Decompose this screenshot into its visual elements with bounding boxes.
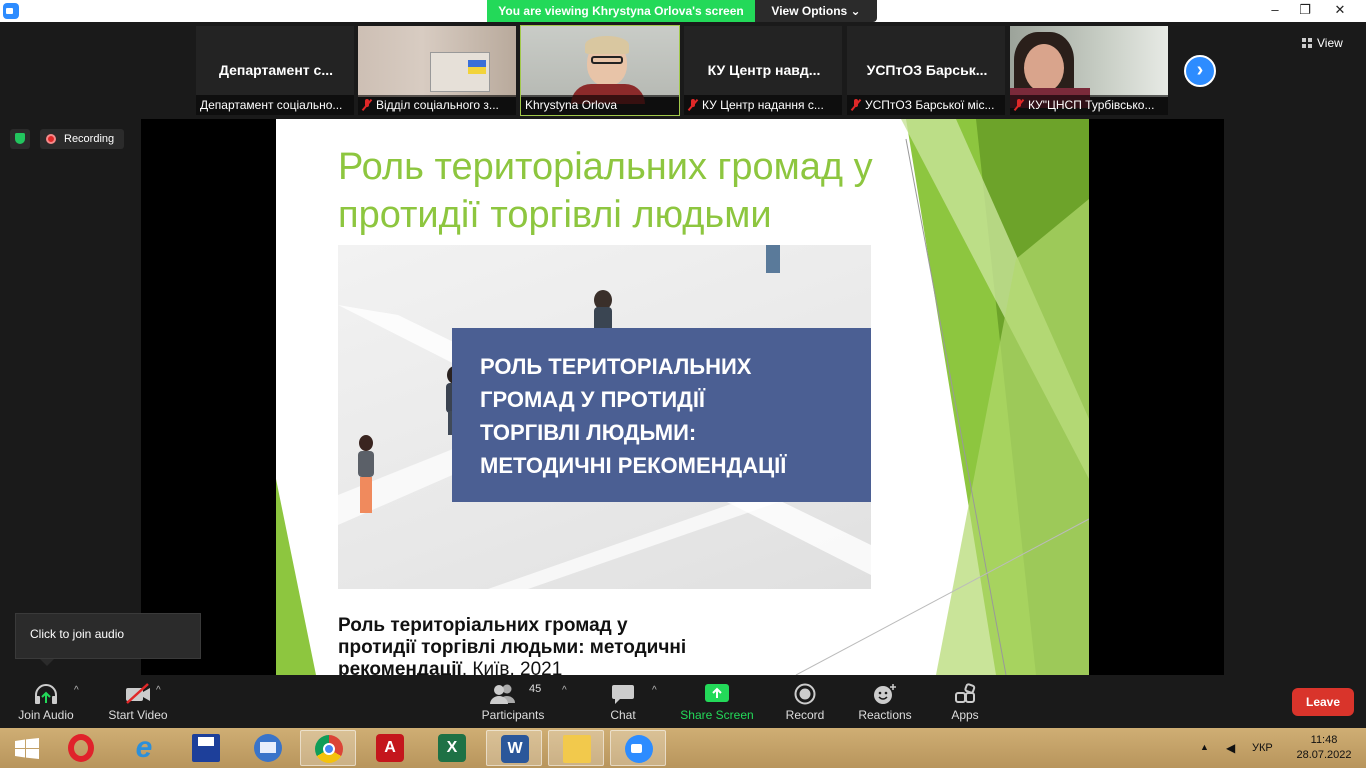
shield-icon[interactable] bbox=[10, 129, 30, 149]
taskbar-internet-explorer[interactable]: e bbox=[116, 730, 172, 766]
participant-tile-title: КУ Центр навд... bbox=[707, 62, 821, 78]
chrome-icon bbox=[315, 735, 343, 763]
excel-icon: X bbox=[438, 734, 466, 762]
chat-button[interactable]: Chat bbox=[594, 675, 652, 728]
video-options-caret[interactable]: ^ bbox=[156, 685, 161, 696]
mic-muted-icon bbox=[688, 99, 698, 111]
taskbar-opera[interactable] bbox=[54, 730, 110, 766]
viewing-screen-banner: You are viewing Khrystyna Orlova's scree… bbox=[487, 0, 755, 22]
reactions-button[interactable]: Reactions bbox=[852, 675, 918, 728]
record-dot-icon bbox=[46, 134, 56, 144]
slide-title: Роль територіальних громад у протидії то… bbox=[338, 146, 873, 236]
participant-name: Khrystyna Orlova bbox=[521, 95, 679, 115]
participant-tile[interactable]: Департамент с... Департамент соціально..… bbox=[195, 25, 355, 116]
taskbar-save-disk[interactable] bbox=[178, 730, 234, 766]
minimize-button[interactable]: – bbox=[1260, 0, 1290, 22]
participants-count: 45 bbox=[529, 683, 542, 695]
zoom-window: You are viewing Khrystyna Orlova's scree… bbox=[0, 0, 1366, 768]
share-screen-button[interactable]: Share Screen bbox=[678, 675, 756, 728]
join-audio-button[interactable]: Join Audio bbox=[10, 675, 82, 728]
view-button[interactable]: View bbox=[1302, 33, 1358, 53]
taskbar-word[interactable]: W bbox=[486, 730, 542, 766]
participant-tile[interactable]: УСПтОЗ Барськ... УСПтОЗ Барської міс... bbox=[846, 25, 1006, 116]
participant-tile-title: Департамент с... bbox=[219, 62, 333, 78]
reactions-smiley-icon bbox=[874, 684, 896, 704]
participant-tile-active-speaker[interactable]: Khrystyna Orlova bbox=[520, 25, 680, 116]
slide-cover-photo: РОЛЬ ТЕРИТОРІАЛЬНИХ ГРОМАД У ПРОТИДІЇ ТО… bbox=[338, 245, 871, 589]
video-off-icon bbox=[126, 683, 150, 704]
presentation-slide: Роль територіальних громад у протидії то… bbox=[276, 119, 1089, 675]
chat-options-caret[interactable]: ^ bbox=[652, 685, 657, 696]
view-options-button[interactable]: View Options ⌄ bbox=[755, 0, 877, 22]
tray-show-hidden-icon[interactable]: ▲ bbox=[1200, 742, 1209, 752]
start-video-button[interactable]: Start Video bbox=[102, 675, 174, 728]
apps-icon bbox=[955, 683, 976, 703]
recording-indicator[interactable]: Recording bbox=[40, 129, 124, 149]
participant-name: УСПтОЗ Барської міс... bbox=[847, 95, 1005, 115]
chat-icon bbox=[612, 685, 634, 704]
share-screen-icon bbox=[705, 684, 729, 702]
cover-title-box: РОЛЬ ТЕРИТОРІАЛЬНИХ ГРОМАД У ПРОТИДІЇ ТО… bbox=[452, 328, 871, 502]
participant-tile[interactable]: КУ Центр навд... КУ Центр надання с... bbox=[683, 25, 843, 116]
floppy-disk-icon bbox=[192, 734, 220, 762]
acrobat-icon: A bbox=[376, 734, 404, 762]
opera-icon bbox=[68, 734, 96, 762]
record-icon bbox=[794, 683, 816, 705]
restore-button[interactable]: ❐ bbox=[1290, 0, 1320, 22]
grid-icon bbox=[1302, 38, 1312, 48]
slide-caption: Роль територіальних громад у протидії то… bbox=[338, 615, 687, 675]
person-hair bbox=[585, 36, 629, 54]
flag bbox=[468, 60, 486, 74]
start-button[interactable] bbox=[0, 730, 56, 766]
participant-name: Відділ соціального з... bbox=[358, 95, 516, 115]
taskbar-acrobat[interactable]: A bbox=[362, 730, 418, 766]
meeting-toolbar: Join Audio ^ Start Video ^ 45 Participan… bbox=[0, 675, 1366, 728]
system-clock[interactable]: 11:48 28.07.2022 bbox=[1294, 733, 1354, 763]
windows-taskbar: e A X W ▲ ◀ УКР 11:48 28.07.2022 bbox=[0, 728, 1366, 768]
participant-tile-title: УСПтОЗ Барськ... bbox=[866, 62, 988, 78]
thunderbird-icon bbox=[254, 734, 282, 762]
apps-button[interactable]: Apps bbox=[938, 675, 992, 728]
taskbar-zoom[interactable] bbox=[610, 730, 666, 766]
taskbar-file-explorer[interactable] bbox=[548, 730, 604, 766]
volume-icon[interactable]: ◀ bbox=[1226, 741, 1235, 755]
participant-video bbox=[1010, 26, 1168, 108]
participant-name: КУ"ЦНСП Турбівсько... bbox=[1010, 95, 1168, 115]
join-audio-tooltip: Click to join audio bbox=[15, 613, 201, 666]
participant-name: Департамент соціально... bbox=[196, 95, 354, 115]
mic-muted-icon bbox=[362, 99, 372, 111]
mic-muted-icon bbox=[1014, 99, 1024, 111]
windows-logo-icon bbox=[15, 738, 39, 759]
keyboard-language[interactable]: УКР bbox=[1252, 742, 1273, 754]
internet-explorer-icon: e bbox=[135, 731, 153, 764]
participant-video bbox=[358, 26, 516, 97]
participants-options-caret[interactable]: ^ bbox=[562, 685, 567, 696]
participants-button[interactable]: 45 Participants bbox=[476, 675, 550, 728]
taskbar-chrome[interactable] bbox=[300, 730, 356, 766]
taskbar-thunderbird[interactable] bbox=[240, 730, 296, 766]
audio-options-caret[interactable]: ^ bbox=[74, 685, 79, 696]
participant-name: КУ Центр надання с... bbox=[684, 95, 842, 115]
headphones-icon bbox=[35, 684, 57, 704]
title-bar: You are viewing Khrystyna Orlova's scree… bbox=[0, 0, 1366, 22]
zoom-icon bbox=[625, 735, 653, 763]
leave-button[interactable]: Leave bbox=[1292, 688, 1354, 716]
zoom-app-icon bbox=[3, 3, 19, 19]
close-button[interactable]: ✕ bbox=[1325, 0, 1355, 22]
participant-video bbox=[521, 26, 679, 104]
shared-screen[interactable]: Роль територіальних громад у протидії то… bbox=[141, 119, 1224, 675]
word-icon: W bbox=[501, 735, 529, 763]
cover-title-text: РОЛЬ ТЕРИТОРІАЛЬНИХ ГРОМАД У ПРОТИДІЇ ТО… bbox=[480, 354, 787, 478]
participant-tile[interactable]: Відділ соціального з... bbox=[357, 25, 517, 116]
mic-muted-icon bbox=[851, 99, 861, 111]
record-button[interactable]: Record bbox=[774, 675, 836, 728]
folder-icon bbox=[563, 735, 591, 763]
participant-tile[interactable]: КУ"ЦНСП Турбівсько... bbox=[1009, 25, 1169, 116]
taskbar-excel[interactable]: X bbox=[424, 730, 480, 766]
person-head bbox=[1024, 44, 1064, 92]
participants-icon bbox=[489, 684, 515, 704]
next-page-arrow-icon[interactable]: › bbox=[1184, 55, 1216, 87]
glasses bbox=[591, 56, 623, 64]
